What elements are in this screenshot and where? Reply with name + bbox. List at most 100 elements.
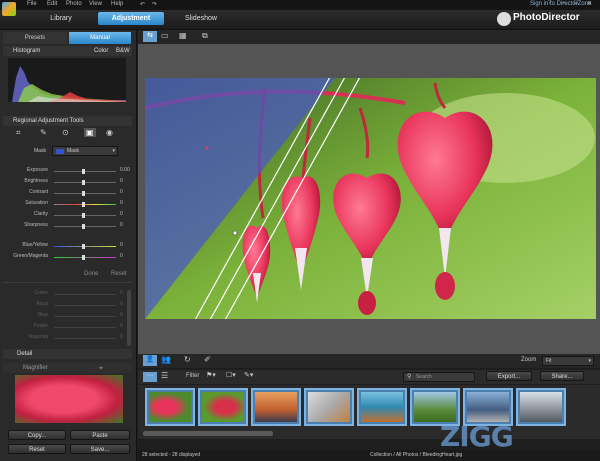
menu-help[interactable]: Help <box>111 1 123 7</box>
compare-view-icon[interactable]: ⇆ <box>143 31 157 42</box>
export-button[interactable]: Export... <box>486 371 532 381</box>
thumbnail[interactable] <box>145 388 195 426</box>
reset-button[interactable]: Reset <box>8 444 66 454</box>
main-photo[interactable] <box>145 78 596 319</box>
save-button[interactable]: Save... <box>70 444 130 454</box>
histogram-bw-toggle[interactable]: B&W <box>116 46 130 56</box>
signin-link[interactable]: Sign in to DirectorZone <box>530 1 591 7</box>
help-button[interactable]: ? <box>548 0 551 6</box>
hsl-label: Purple <box>33 323 48 329</box>
divider <box>3 282 132 283</box>
slider-blue-yellow[interactable]: Blue/Yellow 0 <box>6 242 130 251</box>
zoom-select[interactable]: Fit ▾ <box>542 356 594 366</box>
target-icon[interactable]: ⌖ <box>99 363 103 373</box>
color-filter-icon[interactable]: ✎▾ <box>244 371 253 379</box>
selection-status: 28 selected - 28 displayed <box>142 452 201 458</box>
brush-icon[interactable]: ✎ <box>40 128 47 137</box>
tab-adjustment[interactable]: Adjustment <box>98 12 164 25</box>
thumbnail[interactable] <box>304 388 354 426</box>
second-display-icon[interactable]: ⧉ <box>202 31 208 41</box>
slider-knob[interactable] <box>82 180 85 185</box>
slider-saturation[interactable]: Saturation 0 <box>6 200 130 209</box>
paste-button[interactable]: Paste <box>70 430 130 440</box>
list-view-icon[interactable]: ☰ <box>161 371 168 380</box>
crop-icon[interactable]: ⌗ <box>16 128 21 138</box>
slider-value: 0 <box>120 242 123 248</box>
search-input[interactable]: ⚲ Search <box>403 372 475 382</box>
thumbnail[interactable] <box>198 388 248 426</box>
export-label: Export... <box>497 374 521 380</box>
tab-presets[interactable]: Presets <box>3 32 67 44</box>
copy-button[interactable]: Copy... <box>8 430 66 440</box>
redo-icon[interactable]: ↷ <box>152 1 157 8</box>
slider-value: 0 <box>120 211 123 217</box>
menu-view[interactable]: View <box>89 1 102 7</box>
face-tag-icon[interactable]: 👤 <box>143 355 157 366</box>
histogram-title: Histogram <box>13 48 41 54</box>
flag-filter-icon[interactable]: ⚑▾ <box>206 371 216 379</box>
thumbnail-view-icon[interactable]: ⋯ <box>143 372 157 382</box>
magnifier-header[interactable]: Magnifier ⌖ <box>3 363 132 373</box>
people-icon[interactable]: 👥 <box>161 355 171 364</box>
mask-select[interactable]: Mask ▾ <box>52 146 118 156</box>
done-button[interactable]: Done <box>84 271 98 277</box>
mask-select-value: Mask <box>67 148 79 154</box>
gradient-mask-icon[interactable]: ▣ <box>84 128 96 137</box>
menu-photo[interactable]: Photo <box>66 1 82 7</box>
rotate-icon[interactable]: ↻ <box>184 355 191 364</box>
detail-header[interactable]: Detail <box>3 349 132 359</box>
mask-color-swatch <box>56 149 64 154</box>
red-eye-icon[interactable]: ◉ <box>106 128 113 137</box>
share-button[interactable]: Share... <box>540 371 584 381</box>
zoom-value: Fit <box>546 358 552 364</box>
menu-edit[interactable]: Edit <box>47 1 57 7</box>
thumbnail[interactable] <box>516 388 566 426</box>
tab-library[interactable]: Library <box>38 12 84 25</box>
eyedropper-icon[interactable]: ✐ <box>204 355 211 364</box>
slider-value: 0 <box>120 200 123 206</box>
histogram-header[interactable]: Histogram Color B&W <box>3 46 132 56</box>
single-view-icon[interactable]: ▭ <box>161 31 169 40</box>
rating-filter-icon[interactable]: ☐▾ <box>226 371 236 379</box>
slider-knob[interactable] <box>82 169 85 174</box>
regional-reset-button[interactable]: Reset <box>111 271 127 277</box>
histogram-chart <box>8 58 126 102</box>
slider-knob[interactable] <box>82 191 85 196</box>
slider-clarity[interactable]: Clarity 0 <box>6 211 130 220</box>
tab-manual[interactable]: Manual <box>69 32 131 44</box>
thumbnail[interactable] <box>251 388 301 426</box>
thumbnail[interactable] <box>357 388 407 426</box>
slider-contrast[interactable]: Contrast 0 <box>6 189 130 198</box>
hsl-row-green: Green 0 <box>6 290 130 299</box>
magnifier-preview <box>15 375 123 423</box>
histogram-color-toggle[interactable]: Color <box>94 46 108 56</box>
slider-exposure[interactable]: Exposure 0.00 <box>6 167 130 176</box>
slider-knob[interactable] <box>82 213 85 218</box>
chevron-down-icon: ▾ <box>588 358 591 364</box>
slider-label: Sharpness <box>24 222 48 228</box>
slider-green-magenta[interactable]: Green/Magenta 0 <box>6 253 130 262</box>
slider-label: Contrast <box>29 189 48 195</box>
slider-label: Clarity <box>33 211 48 217</box>
slider-brightness[interactable]: Brightness 0 <box>6 178 130 187</box>
menu-file[interactable]: File <box>27 1 37 7</box>
slider-knob[interactable] <box>82 202 85 207</box>
regional-tools-header[interactable]: Regional Adjustment Tools <box>3 116 132 126</box>
slider-knob[interactable] <box>82 224 85 229</box>
left-panel-scrollbar[interactable] <box>127 290 131 346</box>
spot-removal-icon[interactable]: ⊙ <box>62 128 69 137</box>
share-label: Share... <box>551 374 573 380</box>
slider-knob[interactable] <box>82 244 85 249</box>
undo-icon[interactable]: ↶ <box>140 1 145 8</box>
maximize-button[interactable]: □ <box>574 0 578 6</box>
filmstrip-scrollbar[interactable] <box>143 431 273 436</box>
tab-slideshow[interactable]: Slideshow <box>176 12 226 25</box>
minimize-button[interactable]: – <box>562 0 565 6</box>
slider-sharpness[interactable]: Sharpness 0 <box>6 222 130 231</box>
watermark: ZIGG <box>440 420 514 453</box>
close-button[interactable]: ✕ <box>587 0 592 7</box>
grid-view-icon[interactable]: ▦ <box>179 31 187 40</box>
slider-label: Saturation <box>25 200 48 206</box>
slider-value: 0 <box>120 253 123 259</box>
slider-knob[interactable] <box>82 255 85 260</box>
